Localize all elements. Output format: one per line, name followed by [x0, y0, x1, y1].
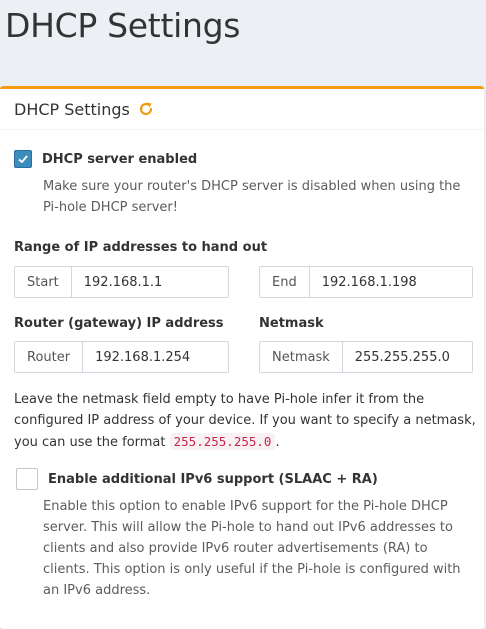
- ipv6-row: Enable additional IPv6 support (SLAAC + …: [16, 468, 378, 490]
- box-title: DHCP Settings: [14, 99, 130, 119]
- dhcp-enabled-help: Make sure your router's DHCP server is d…: [43, 179, 461, 215]
- box-header: DHCP Settings: [0, 89, 484, 130]
- netmask-help-end: .: [275, 435, 280, 450]
- netmask-label: Netmask: [259, 316, 324, 331]
- range-end-addon: End: [260, 267, 310, 297]
- netmask-addon: Netmask: [260, 342, 343, 372]
- range-start-input[interactable]: 192.168.1.1: [72, 267, 228, 297]
- router-label: Router (gateway) IP address: [14, 316, 224, 331]
- ipv6-checkbox[interactable]: [16, 468, 38, 490]
- ipv6-label[interactable]: Enable additional IPv6 support (SLAAC + …: [48, 472, 378, 487]
- netmask-input[interactable]: 255.255.255.0: [343, 342, 472, 372]
- refresh-icon[interactable]: [138, 101, 154, 117]
- range-label: Range of IP addresses to hand out: [14, 240, 268, 255]
- dhcp-settings-box: DHCP Settings DHCP server enabled Make s…: [0, 86, 484, 629]
- dhcp-enabled-checkbox[interactable]: [14, 150, 32, 168]
- range-end-group: End 192.168.1.198: [259, 266, 473, 298]
- range-start-addon: Start: [15, 267, 72, 297]
- ipv6-help: Enable this option to enable IPv6 suppor…: [43, 499, 461, 598]
- check-icon: [18, 155, 28, 164]
- netmask-help-code: 255.255.255.0: [169, 433, 276, 450]
- netmask-help: Leave the netmask field empty to have Pi…: [14, 389, 476, 453]
- range-start-group: Start 192.168.1.1: [14, 266, 229, 298]
- dhcp-enabled-label[interactable]: DHCP server enabled: [42, 152, 197, 167]
- router-group: Router 192.168.1.254: [14, 341, 229, 373]
- router-addon: Router: [15, 342, 84, 372]
- page-title: DHCP Settings: [5, 6, 241, 45]
- netmask-group: Netmask 255.255.255.0: [259, 341, 473, 373]
- router-input[interactable]: 192.168.1.254: [83, 342, 228, 372]
- dhcp-enabled-row: DHCP server enabled: [14, 150, 197, 168]
- range-end-input[interactable]: 192.168.1.198: [310, 267, 472, 297]
